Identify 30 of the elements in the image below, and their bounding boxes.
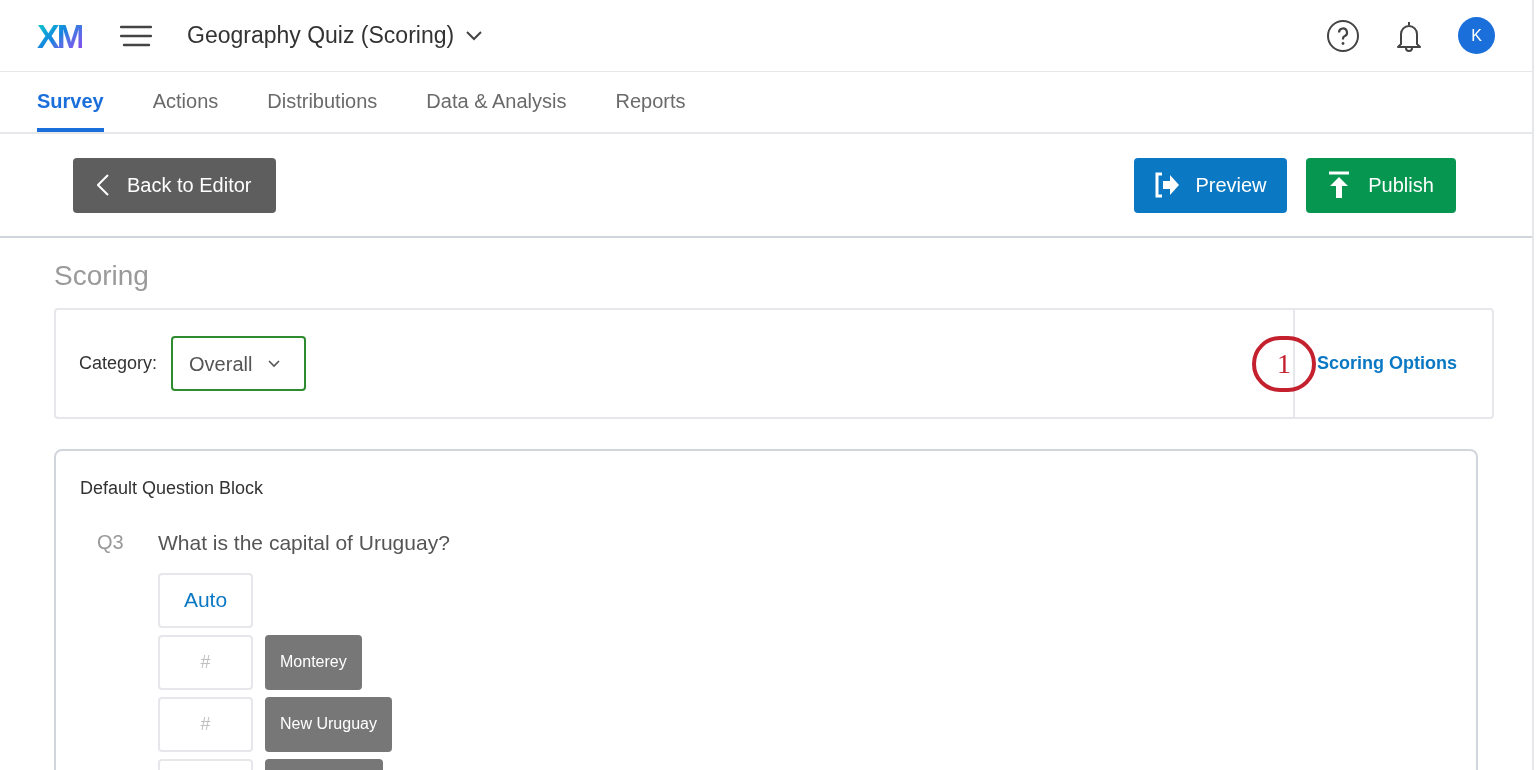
arrow-into-bracket-icon [1154,172,1181,198]
points-input[interactable]: # [158,634,253,690]
points-input[interactable]: # [158,696,253,752]
nav-tab[interactable]: Distributions [267,72,378,132]
preview-button[interactable]: Preview [1134,157,1287,213]
nav-tab[interactable]: Data & Analysis [426,72,567,132]
back-to-editor-button[interactable]: Back to Editor [73,157,276,213]
chevron-left-icon [97,174,109,196]
answer-choice: Monterey [265,634,362,690]
answer-choice: New Uruguay [265,696,392,752]
category-label: Category: [79,352,158,375]
category-dropdown[interactable]: Overall [171,336,307,391]
menu-icon[interactable] [120,23,152,48]
nav-tab[interactable]: Actions [152,72,219,132]
caret-icon [268,359,281,368]
project-title-dropdown[interactable]: Geography Quiz (Scoring) [187,18,483,53]
block-title: Default Question Block [80,477,265,500]
publish-button[interactable]: Publish [1306,157,1456,213]
help-icon[interactable] [1326,18,1360,53]
question-text: What is the capital of Uruguay? [158,530,450,556]
avatar[interactable]: K [1458,17,1495,54]
callout-number: 1 [1252,335,1316,392]
nav-tab[interactable]: Survey [37,72,104,132]
page-title: Scoring [54,259,150,293]
question-number: Q3 [96,530,125,555]
caret-icon [466,30,483,41]
auto-score-button[interactable]: Auto [158,572,253,628]
scoring-options-link[interactable]: Scoring Options [1317,350,1457,377]
upload-arrow-icon [1328,171,1351,199]
nav-tab[interactable]: Reports [615,72,686,132]
